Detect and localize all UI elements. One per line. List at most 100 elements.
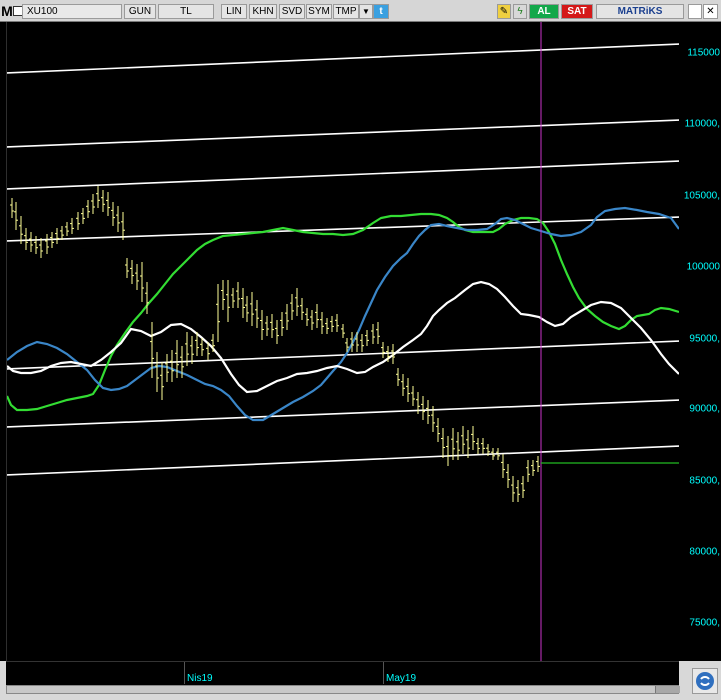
ohlc-bar xyxy=(320,312,324,334)
chart-window-icon[interactable] xyxy=(688,4,702,19)
trend-line xyxy=(7,119,679,148)
x-tick-mark xyxy=(383,662,384,684)
ohlc-bar xyxy=(155,352,159,392)
ohlc-bar xyxy=(406,378,410,402)
chart-plot-area[interactable] xyxy=(6,22,679,661)
ohlc-bar xyxy=(466,430,470,458)
ohlc-bar xyxy=(516,480,520,502)
twitter-icon[interactable]: t xyxy=(373,4,389,19)
ohlc-bar xyxy=(305,308,309,326)
ohlc-bar xyxy=(255,300,259,328)
chart-toolbar: M XU100 GUN TL LIN KHN SVD SYM TMP ▼ t ✎… xyxy=(0,0,721,22)
ohlc-bar xyxy=(481,438,485,454)
price-chart xyxy=(7,22,679,661)
ohlc-bar xyxy=(250,292,254,326)
ohlc-bar xyxy=(14,202,18,230)
x-tick-label: Nis19 xyxy=(187,673,213,684)
symbol-button[interactable]: SYM xyxy=(306,4,332,19)
buy-button[interactable]: AL xyxy=(529,4,559,19)
ohlc-bar xyxy=(536,456,540,472)
ohlc-bar xyxy=(121,212,125,240)
ohlc-bar xyxy=(101,190,105,212)
y-tick-label: 100000 xyxy=(686,261,720,273)
ohlc-bar xyxy=(96,186,100,208)
x-tick-label: May19 xyxy=(386,673,417,684)
ohlc-bar xyxy=(325,318,329,334)
ohlc-bar xyxy=(221,280,225,310)
ohlc-bar xyxy=(285,304,289,330)
close-icon[interactable]: ✕ xyxy=(703,4,718,19)
ohlc-bar xyxy=(396,368,400,386)
ohlc-bar xyxy=(190,336,194,364)
ohlc-bar xyxy=(441,428,445,458)
ohlc-bar xyxy=(24,228,28,250)
period-button[interactable]: GUN xyxy=(124,4,156,19)
ohlc-bar xyxy=(501,454,505,478)
sell-button[interactable]: SAT xyxy=(561,4,593,19)
menu-letter[interactable]: M xyxy=(1,2,13,19)
brand-logo: MATRiKS xyxy=(596,4,684,19)
ohlc-bar xyxy=(29,232,33,252)
ohlc-bar xyxy=(270,314,274,338)
price-axis: 115000 110000, 105000, 100000 95000, 90000, 85… xyxy=(679,22,721,661)
ohlc-bar xyxy=(231,288,235,308)
ohlc-bar xyxy=(241,288,245,318)
ohlc-bar xyxy=(170,350,174,382)
y-tick-label: 115000 xyxy=(687,47,720,59)
ohlc-bar xyxy=(70,218,74,234)
ohlc-bar xyxy=(76,212,80,230)
ohlc-bar xyxy=(111,202,115,226)
y-tick-label: 95000, xyxy=(689,333,720,345)
ohlc-bar xyxy=(521,476,525,498)
volume-button[interactable]: SVD xyxy=(279,4,305,19)
refresh-icon xyxy=(696,672,714,690)
scroll-thumb[interactable] xyxy=(655,686,680,693)
ohlc-bar xyxy=(260,310,264,340)
trend-line xyxy=(7,216,679,242)
lightning-icon[interactable]: ϟ xyxy=(513,4,527,19)
ohlc-bar xyxy=(10,198,14,218)
ohlc-bar xyxy=(275,320,279,344)
ohlc-bar xyxy=(335,314,339,332)
ohlc-bar xyxy=(376,322,380,344)
ohlc-bar xyxy=(86,200,90,218)
ohlc-bar xyxy=(39,238,43,258)
refresh-button[interactable] xyxy=(692,668,718,694)
ohlc-bar xyxy=(411,386,415,406)
ohlc-bar xyxy=(360,334,364,352)
trend-line xyxy=(7,160,679,190)
y-tick-label: 75000, xyxy=(689,617,720,629)
ohlc-bar xyxy=(200,338,204,356)
ohlc-bar xyxy=(446,436,450,466)
currency-button[interactable]: TL xyxy=(158,4,214,19)
ohlc-bar xyxy=(310,310,314,330)
linear-button[interactable]: LIN xyxy=(221,4,247,19)
dropdown-icon[interactable]: ▼ xyxy=(359,4,373,19)
ohlc-bar xyxy=(135,264,139,290)
template-button[interactable]: TMP xyxy=(333,4,359,19)
ohlc-bar xyxy=(116,206,120,232)
trend-line xyxy=(7,43,679,74)
ohlc-bar xyxy=(341,324,345,338)
symbol-field[interactable]: XU100 xyxy=(22,4,122,19)
candle-button[interactable]: KHN xyxy=(249,4,277,19)
y-tick-label: 90000, xyxy=(689,403,720,415)
ohlc-bar xyxy=(526,460,530,482)
ohlc-bar xyxy=(236,282,240,308)
edit-icon[interactable]: ✎ xyxy=(497,4,511,19)
ohlc-bar xyxy=(226,280,230,322)
trend-line xyxy=(7,445,679,476)
x-tick-mark xyxy=(184,662,185,684)
ohlc-bar xyxy=(160,362,164,400)
ohlc-bar xyxy=(511,476,515,502)
chart-scrollbar[interactable] xyxy=(6,685,680,694)
mid-moving-average xyxy=(7,206,679,422)
ohlc-bar xyxy=(106,192,110,216)
ohlc-bar xyxy=(300,298,304,320)
ohlc-bar xyxy=(125,258,129,278)
ohlc-bar xyxy=(471,426,475,450)
ohlc-bar xyxy=(91,194,95,214)
ohlc-bar xyxy=(34,236,38,254)
ohlc-bar xyxy=(330,316,334,332)
ohlc-bar xyxy=(60,226,64,240)
